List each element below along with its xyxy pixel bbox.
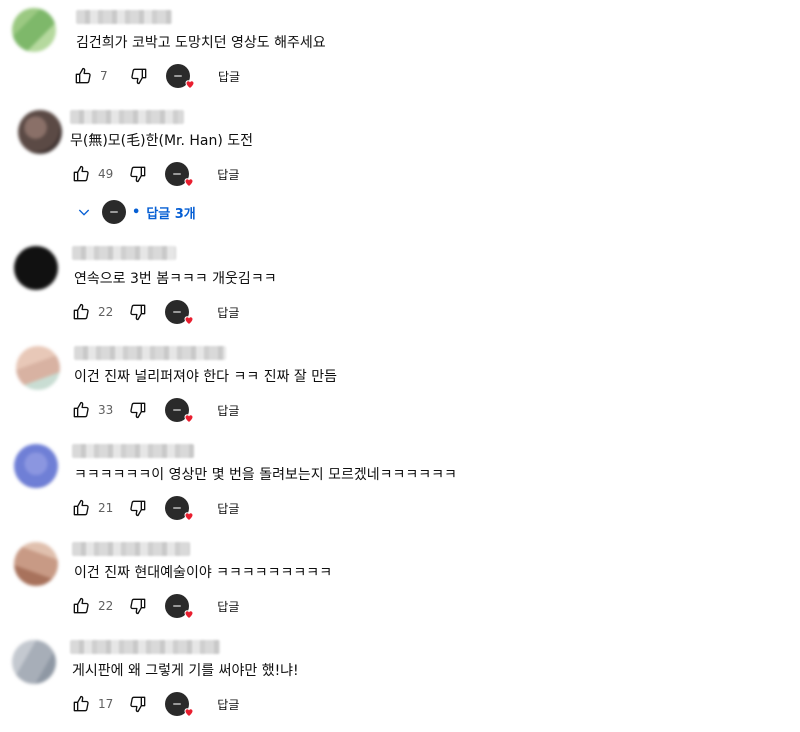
creator-heart xyxy=(165,691,194,718)
like-button[interactable] xyxy=(70,163,92,185)
avatar[interactable] xyxy=(14,542,58,586)
comment-text: 이건 진짜 널리퍼져야 한다 ㅋㅋ 진짜 잘 만듬 xyxy=(74,369,337,385)
avatar[interactable] xyxy=(14,246,58,290)
author-name[interactable] xyxy=(76,10,172,24)
comment-text: 게시판에 왜 그렇게 기를 써야만 했!냐! xyxy=(72,663,299,679)
creator-heart xyxy=(165,593,194,620)
heart-icon xyxy=(185,80,195,90)
creator-heart xyxy=(165,299,194,326)
reply-button[interactable]: 답글 xyxy=(218,68,240,85)
comment-text: 김건희가 코박고 도망치던 영상도 해주세요 xyxy=(76,35,326,51)
reply-button[interactable]: 답글 xyxy=(217,696,239,713)
author-name[interactable] xyxy=(72,444,194,458)
avatar[interactable] xyxy=(18,110,62,154)
like-button[interactable] xyxy=(70,595,92,617)
thumbs-down-icon xyxy=(130,598,146,615)
reply-button[interactable]: 답글 xyxy=(217,166,239,183)
heart-icon xyxy=(184,316,194,326)
like-button[interactable] xyxy=(70,301,92,323)
heart-icon xyxy=(184,178,194,188)
like-button[interactable] xyxy=(72,65,94,87)
thumbs-down-icon xyxy=(130,304,146,321)
thumbs-up-icon xyxy=(73,165,89,182)
reply-button[interactable]: 답글 xyxy=(217,402,239,419)
dislike-button[interactable] xyxy=(127,497,149,519)
thumbs-down-icon xyxy=(130,166,146,183)
reply-button[interactable]: 답글 xyxy=(217,598,239,615)
comment-actions: 22 답글 xyxy=(70,592,239,620)
creator-heart xyxy=(165,495,194,522)
comment-text: 이건 진짜 현대예술이야 ㅋㅋㅋㅋㅋㅋㅋㅋㅋ xyxy=(74,565,333,581)
dislike-button[interactable] xyxy=(127,163,149,185)
comment-actions: 33 답글 xyxy=(70,396,239,424)
chevron-down-icon xyxy=(78,209,90,216)
author-name[interactable] xyxy=(74,346,226,360)
author-name[interactable] xyxy=(72,542,190,556)
like-count: 17 xyxy=(98,697,114,711)
dislike-button[interactable] xyxy=(127,399,149,421)
thumbs-down-icon xyxy=(130,696,146,713)
creator-heart xyxy=(165,397,194,424)
like-button[interactable] xyxy=(70,497,92,519)
thumbs-up-icon xyxy=(73,499,89,516)
separator-dot: • xyxy=(132,204,141,220)
heart-icon xyxy=(184,512,194,522)
reply-button[interactable]: 답글 xyxy=(217,500,239,517)
creator-heart xyxy=(165,161,194,188)
thumbs-down-icon xyxy=(131,68,147,85)
creator-heart xyxy=(166,63,195,90)
comment-actions: 17 답글 xyxy=(70,690,239,718)
avatar[interactable] xyxy=(12,8,56,52)
thumbs-down-icon xyxy=(130,402,146,419)
reply-button[interactable]: 답글 xyxy=(217,304,239,321)
like-count: 22 xyxy=(98,305,114,319)
author-name[interactable] xyxy=(70,640,220,654)
heart-icon xyxy=(184,708,194,718)
thumbs-up-icon xyxy=(73,303,89,320)
thumbs-up-icon xyxy=(73,597,89,614)
comment-actions: 21 답글 xyxy=(70,494,239,522)
comment-text: 연속으로 3번 봄ㅋㅋㅋ 개웃김ㅋㅋ xyxy=(74,271,277,287)
thumbs-up-icon xyxy=(73,401,89,418)
thumbs-up-icon xyxy=(73,695,89,712)
heart-icon xyxy=(184,414,194,424)
thumbs-down-icon xyxy=(130,500,146,517)
dislike-button[interactable] xyxy=(128,65,150,87)
comment-text: 무(無)모(毛)한(Mr. Han) 도전 xyxy=(70,133,254,149)
like-count: 49 xyxy=(98,167,114,181)
like-count: 21 xyxy=(98,501,114,515)
like-count: 22 xyxy=(98,599,114,613)
view-replies-button[interactable]: • 답글 3개 xyxy=(76,198,196,226)
like-count: 33 xyxy=(98,403,114,417)
comment-actions: 22 답글 xyxy=(70,298,239,326)
author-name[interactable] xyxy=(72,246,176,260)
replies-count-label: 답글 3개 xyxy=(146,206,196,222)
dislike-button[interactable] xyxy=(127,301,149,323)
dislike-button[interactable] xyxy=(127,693,149,715)
heart-icon xyxy=(184,610,194,620)
comment-actions: 49 답글 xyxy=(70,160,239,188)
like-button[interactable] xyxy=(70,693,92,715)
dislike-button[interactable] xyxy=(127,595,149,617)
avatar[interactable] xyxy=(14,444,58,488)
thumbs-up-icon xyxy=(75,67,91,84)
like-button[interactable] xyxy=(70,399,92,421)
creator-avatar xyxy=(102,200,126,224)
like-count: 7 xyxy=(100,69,108,83)
author-name[interactable] xyxy=(70,110,184,124)
comment-text: ㅋㅋㅋㅋㅋㅋ이 영상만 몇 번을 돌려보는지 모르겠네ㅋㅋㅋㅋㅋㅋ xyxy=(74,467,457,483)
avatar[interactable] xyxy=(12,640,56,684)
avatar[interactable] xyxy=(16,346,60,390)
comment-actions: 7 답글 xyxy=(72,62,240,90)
